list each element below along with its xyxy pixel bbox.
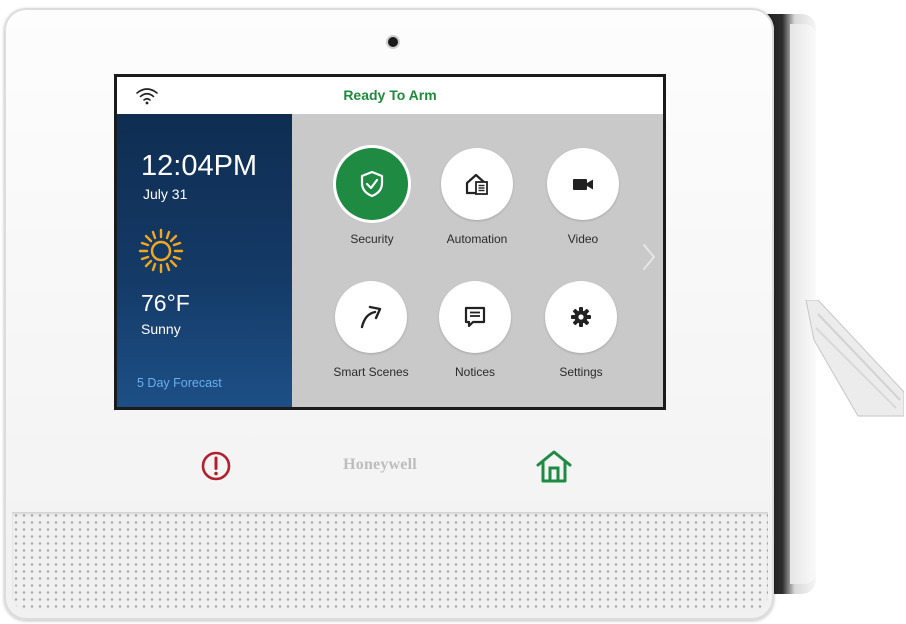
tile-smart-scenes[interactable]: Smart Scenes <box>316 281 426 379</box>
status-bar: Ready To Arm <box>117 77 663 114</box>
status-title: Ready To Arm <box>343 87 437 103</box>
arrow-up-right-icon <box>360 305 382 329</box>
tile-label-settings: Settings <box>559 365 603 379</box>
home-icon[interactable] <box>534 448 574 484</box>
main-menu: Security Automation Video Smart Scenes N… <box>292 114 663 407</box>
tile-notices[interactable]: Notices <box>420 281 530 379</box>
forecast-link[interactable]: 5 Day Forecast <box>137 376 222 390</box>
notices-button[interactable] <box>439 281 511 353</box>
settings-button[interactable] <box>545 281 617 353</box>
camera-lens <box>388 37 398 47</box>
smart-scenes-button[interactable] <box>335 281 407 353</box>
clock-time: 12:04PM <box>141 150 258 182</box>
tile-security[interactable]: Security <box>317 148 427 246</box>
weather-condition: Sunny <box>141 321 181 337</box>
tile-label-video: Video <box>567 232 599 246</box>
tile-automation[interactable]: Automation <box>422 148 532 246</box>
tile-settings[interactable]: Settings <box>526 281 636 379</box>
shield-check-icon <box>360 170 384 198</box>
gear-icon <box>571 307 591 327</box>
video-button[interactable] <box>547 148 619 220</box>
home-automation-icon <box>465 173 488 195</box>
sun-icon <box>138 228 184 274</box>
tile-label-smart-scenes: Smart Scenes <box>333 365 409 379</box>
tile-label-security: Security <box>350 232 394 246</box>
brand-logo: Honeywell <box>343 456 417 473</box>
speaker-grille <box>12 512 768 612</box>
automation-button[interactable] <box>441 148 513 220</box>
video-camera-icon <box>573 179 593 190</box>
tile-video[interactable]: Video <box>528 148 638 246</box>
tile-label-automation: Automation <box>446 232 508 246</box>
clock-date: July 31 <box>143 186 188 202</box>
tile-label-notices: Notices <box>454 365 495 379</box>
chevron-right-icon[interactable] <box>640 242 658 272</box>
touchscreen: Ready To Arm 12:04PM July 31 76°F Sunny … <box>117 77 663 407</box>
message-icon <box>464 306 486 328</box>
desk-stand <box>805 300 904 417</box>
weather-panel: 12:04PM July 31 76°F Sunny 5 Day Forecas… <box>117 114 292 407</box>
alert-icon[interactable] <box>200 450 232 482</box>
security-button[interactable] <box>336 148 408 220</box>
temperature: 76°F <box>141 290 190 316</box>
